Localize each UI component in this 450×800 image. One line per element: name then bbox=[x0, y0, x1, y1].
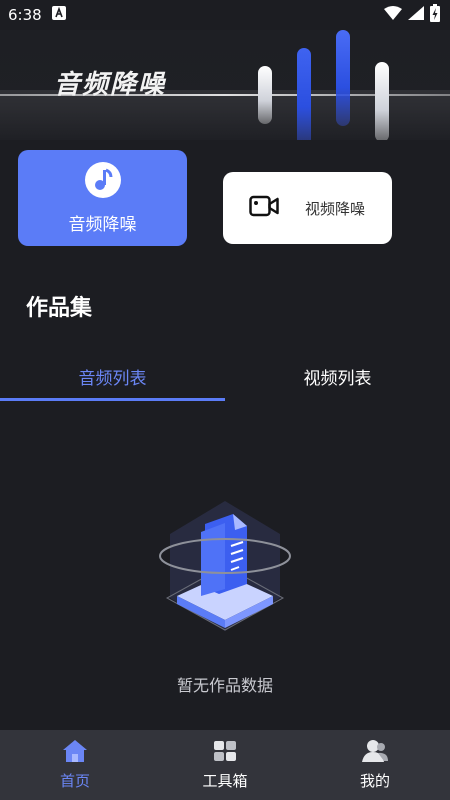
equalizer-bar-4 bbox=[375, 62, 389, 140]
nav-home[interactable]: 首页 bbox=[0, 730, 150, 800]
bottom-nav: 首页 工具箱 我的 bbox=[0, 730, 450, 800]
nav-toolbox-label: 工具箱 bbox=[202, 772, 248, 790]
nav-home-label: 首页 bbox=[59, 772, 90, 790]
signal-icon bbox=[408, 6, 424, 24]
status-bar: 6:38 bbox=[0, 0, 450, 30]
empty-state-text: 暂无作品数据 bbox=[176, 676, 273, 695]
battery-charging-icon bbox=[430, 4, 440, 26]
portfolio-tabs: 音频列表 视频列表 bbox=[0, 352, 450, 402]
audio-denoise-label: 音频降噪 bbox=[68, 214, 137, 235]
profile-icon bbox=[362, 739, 388, 767]
header-title: 音频降噪 bbox=[54, 70, 167, 100]
toolbox-icon bbox=[212, 739, 238, 767]
video-camera-icon bbox=[249, 195, 279, 221]
video-denoise-button[interactable]: 视频降噪 bbox=[223, 172, 392, 244]
header-banner: 音频降噪 bbox=[0, 30, 450, 140]
nav-toolbox[interactable]: 工具箱 bbox=[150, 730, 300, 800]
music-note-icon bbox=[84, 161, 121, 202]
audio-denoise-button[interactable]: 音频降噪 bbox=[18, 150, 187, 246]
equalizer-bar-2 bbox=[297, 48, 311, 140]
empty-document-icon bbox=[155, 496, 295, 646]
tab-video-list[interactable]: 视频列表 bbox=[225, 352, 450, 400]
tab-active-indicator bbox=[0, 398, 225, 401]
notification-a-icon bbox=[51, 6, 66, 24]
equalizer-bar-3 bbox=[336, 30, 350, 126]
tab-audio-list[interactable]: 音频列表 bbox=[0, 352, 225, 400]
video-denoise-label: 视频降噪 bbox=[305, 199, 366, 218]
equalizer-bar-1 bbox=[258, 66, 272, 124]
home-icon bbox=[62, 739, 88, 767]
nav-profile[interactable]: 我的 bbox=[300, 730, 450, 800]
wifi-icon bbox=[384, 6, 402, 24]
nav-profile-label: 我的 bbox=[359, 772, 390, 790]
status-time: 6:38 bbox=[8, 6, 42, 24]
portfolio-title: 作品集 bbox=[26, 296, 93, 321]
